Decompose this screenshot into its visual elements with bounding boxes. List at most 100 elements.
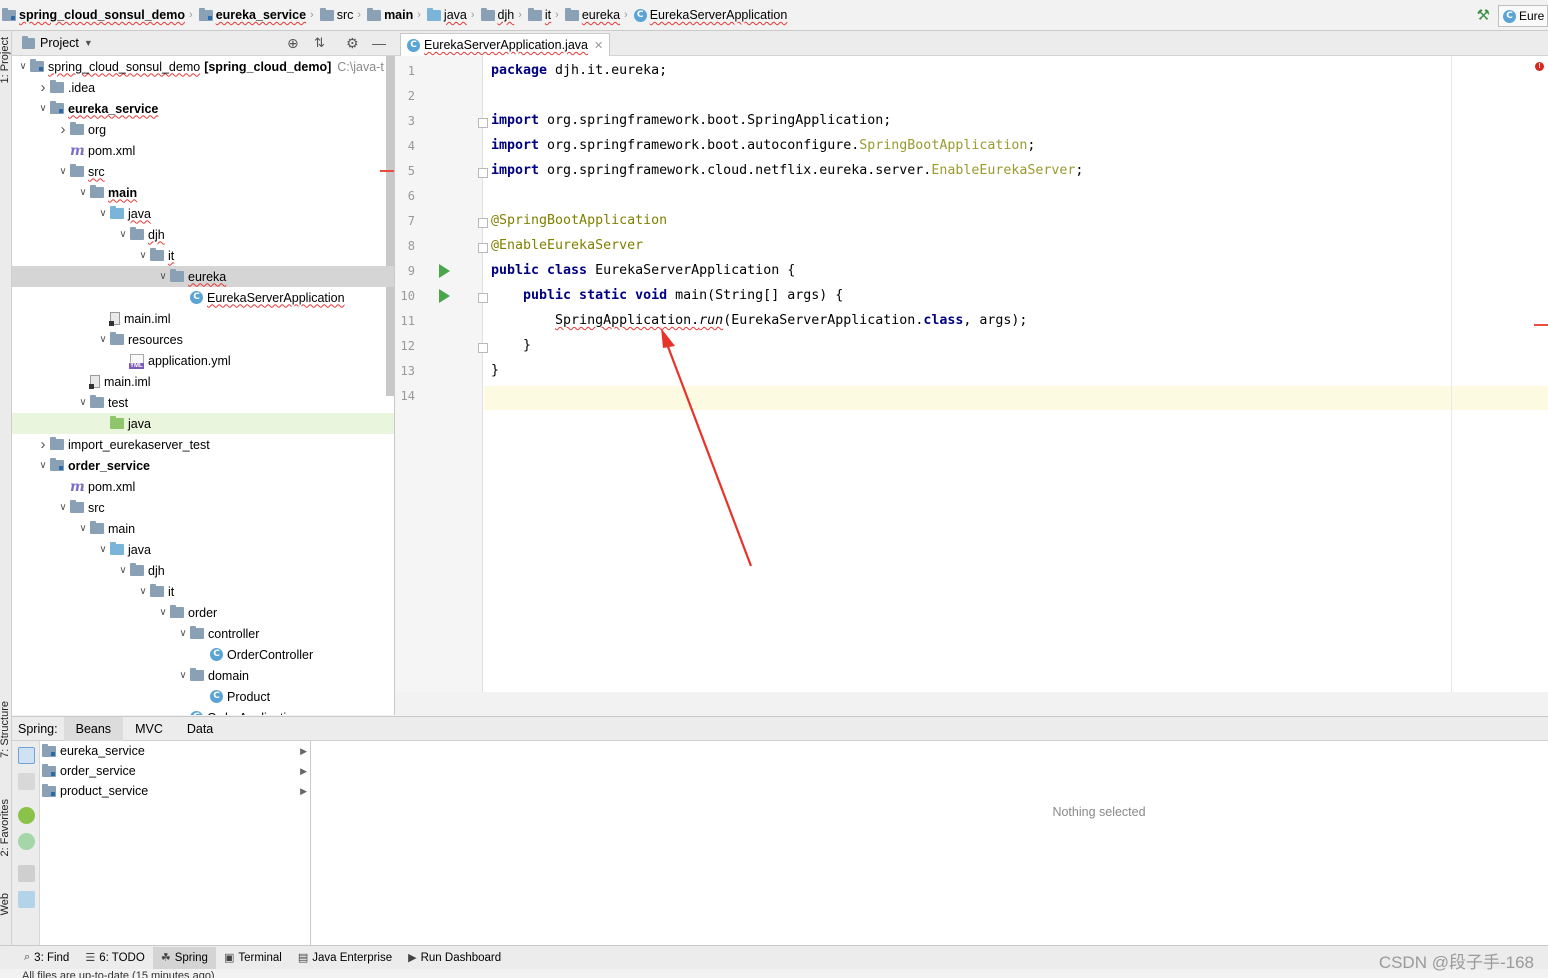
run-gutter-icon[interactable] bbox=[439, 289, 450, 303]
code-line[interactable]: import org.springframework.cloud.netflix… bbox=[491, 163, 1083, 178]
view-dropdown-icon[interactable]: ▼ bbox=[84, 38, 93, 48]
chevron-down-icon[interactable]: ∨ bbox=[36, 103, 50, 114]
tree-item[interactable]: java bbox=[12, 413, 394, 434]
tree-item[interactable]: › .idea bbox=[12, 77, 394, 98]
code-line[interactable]: public class EurekaServerApplication { bbox=[491, 263, 795, 278]
spring-module-item[interactable]: eureka_service ▶ bbox=[40, 741, 311, 761]
chevron-down-icon[interactable]: ∨ bbox=[76, 187, 90, 198]
tree-item[interactable]: C EurekaServerApplication bbox=[12, 287, 394, 308]
favorites-tool-tab[interactable]: 2: Favorites bbox=[0, 799, 11, 856]
breadcrumb-item[interactable]: main bbox=[367, 7, 413, 22]
fold-marker-icon[interactable] bbox=[478, 168, 488, 178]
breadcrumb-item[interactable]: eureka_service bbox=[198, 7, 306, 22]
tree-item[interactable]: ∨ domain bbox=[12, 665, 394, 686]
bottom-tab-6-todo[interactable]: ☰ 6: TODO bbox=[77, 947, 152, 969]
tree-item[interactable]: ∨ eureka_service bbox=[12, 98, 394, 119]
module-view-icon[interactable] bbox=[18, 747, 35, 764]
tree-item[interactable]: ∨ it bbox=[12, 581, 394, 602]
spring-module-item[interactable]: product_service ▶ bbox=[40, 781, 311, 801]
tree-item[interactable]: main.iml bbox=[12, 371, 394, 392]
spring-config-icon[interactable] bbox=[18, 833, 35, 850]
tree-item[interactable]: C Product bbox=[12, 686, 394, 707]
tree-item[interactable]: ∨ main bbox=[12, 518, 394, 539]
tree-item[interactable]: ∨ djh bbox=[12, 224, 394, 245]
tree-item[interactable]: ∨ it bbox=[12, 245, 394, 266]
fold-marker-icon[interactable] bbox=[478, 243, 488, 253]
chevron-down-icon[interactable]: ∨ bbox=[36, 460, 50, 471]
tree-item[interactable]: ∨ spring_cloud_sonsul_demo [spring_cloud_d… bbox=[12, 56, 394, 77]
code-line[interactable]: public static void main(String[] args) { bbox=[491, 288, 843, 303]
chevron-down-icon[interactable]: ∨ bbox=[176, 628, 190, 639]
tree-item[interactable]: ∨ main bbox=[12, 182, 394, 203]
code-line[interactable]: SpringApplication.run(EurekaServerApplic… bbox=[491, 313, 1027, 328]
tree-item[interactable]: ∨ java bbox=[12, 539, 394, 560]
build-hammer-icon[interactable]: ⚒ bbox=[1477, 6, 1490, 24]
tree-item[interactable]: ∨ src bbox=[12, 497, 394, 518]
chevron-down-icon[interactable]: ∨ bbox=[176, 670, 190, 681]
tree-item[interactable]: m pom.xml bbox=[12, 140, 394, 161]
tree-item[interactable]: ∨ controller bbox=[12, 623, 394, 644]
locate-target-icon[interactable]: ⊕ bbox=[287, 35, 299, 52]
chevron-right-icon[interactable]: › bbox=[36, 79, 50, 96]
breadcrumb-item[interactable]: C EurekaServerApplication bbox=[633, 8, 787, 22]
structure-tool-tab[interactable]: 7: Structure bbox=[0, 701, 11, 758]
code-line[interactable]: } bbox=[491, 338, 531, 353]
tree-item[interactable]: ∨ order_service bbox=[12, 455, 394, 476]
breadcrumb-item[interactable]: djh bbox=[480, 7, 514, 22]
code-editor[interactable]: 1 2 3 4 5 6 7 8 9 10 11 12 13 14 package djh.it.eurek… bbox=[395, 56, 1548, 692]
tree-item[interactable]: m pom.xml bbox=[12, 476, 394, 497]
context-view-icon[interactable] bbox=[18, 773, 35, 790]
tree-item[interactable]: ∨ resources bbox=[12, 329, 394, 350]
bottom-tab-3-find[interactable]: ⌕ 3: Find bbox=[16, 947, 77, 969]
spring-tab-beans[interactable]: Beans bbox=[63, 716, 124, 741]
spring-bean-icon[interactable] bbox=[18, 807, 35, 824]
spring-module-item[interactable]: order_service ▶ bbox=[40, 761, 311, 781]
chevron-down-icon[interactable]: ∨ bbox=[116, 229, 130, 240]
breadcrumb-item[interactable]: java bbox=[426, 7, 467, 22]
tree-item[interactable]: ∨ order bbox=[12, 602, 394, 623]
close-tab-icon[interactable]: ✕ bbox=[594, 39, 603, 52]
chevron-down-icon[interactable]: ∨ bbox=[56, 502, 70, 513]
collapse-all-icon[interactable]: ⇅ bbox=[314, 35, 325, 51]
tree-item[interactable]: main.iml bbox=[12, 308, 394, 329]
tree-item[interactable]: ∨ java bbox=[12, 203, 394, 224]
tree-item[interactable]: › org bbox=[12, 119, 394, 140]
breadcrumb-item[interactable]: spring_cloud_sonsul_demo bbox=[2, 7, 185, 22]
chevron-down-icon[interactable]: ∨ bbox=[16, 61, 30, 72]
code-line[interactable]: @SpringBootApplication bbox=[491, 213, 667, 228]
run-gutter-icon[interactable] bbox=[439, 264, 450, 278]
fold-marker-icon[interactable] bbox=[478, 343, 488, 353]
fold-marker-icon[interactable] bbox=[478, 293, 488, 303]
tree-item[interactable]: application.yml bbox=[12, 350, 394, 371]
chevron-down-icon[interactable]: ∨ bbox=[116, 565, 130, 576]
tree-item[interactable]: C OrderApplication bbox=[12, 707, 394, 715]
project-panel-title[interactable]: Project bbox=[40, 36, 79, 50]
chevron-down-icon[interactable]: ∨ bbox=[156, 607, 170, 618]
code-line[interactable]: import org.springframework.boot.autoconf… bbox=[491, 138, 1035, 153]
fold-marker-icon[interactable] bbox=[478, 218, 488, 228]
tree-item[interactable]: ∨ test bbox=[12, 392, 394, 413]
chevron-down-icon[interactable]: ∨ bbox=[76, 397, 90, 408]
code-line[interactable]: import org.springframework.boot.SpringAp… bbox=[491, 113, 891, 128]
editor-tab-eureka-server-application[interactable]: C EurekaServerApplication.java ✕ bbox=[400, 33, 611, 56]
spring-tab-data[interactable]: Data bbox=[175, 717, 225, 741]
chevron-down-icon[interactable]: ∨ bbox=[96, 208, 110, 219]
tree-item[interactable]: ∨ djh bbox=[12, 560, 394, 581]
web-tool-tab[interactable]: Web bbox=[0, 893, 11, 915]
bottom-tab-run-dashboard[interactable]: ▶ Run Dashboard bbox=[400, 947, 509, 969]
expand-icon[interactable] bbox=[18, 891, 35, 908]
copy-icon[interactable] bbox=[18, 865, 35, 882]
hide-panel-icon[interactable]: — bbox=[372, 35, 386, 51]
chevron-down-icon[interactable]: ∨ bbox=[96, 334, 110, 345]
error-indicator-icon[interactable]: ! bbox=[1535, 62, 1544, 71]
error-stripe-marker[interactable] bbox=[1534, 324, 1548, 326]
tree-item[interactable]: C OrderController bbox=[12, 644, 394, 665]
settings-gear-icon[interactable]: ⚙ bbox=[346, 35, 359, 52]
breadcrumb-item[interactable]: src bbox=[319, 7, 353, 22]
run-configuration-selector[interactable]: C Eure bbox=[1498, 5, 1548, 27]
code-line[interactable]: } bbox=[491, 363, 499, 378]
chevron-down-icon[interactable]: ∨ bbox=[96, 544, 110, 555]
chevron-down-icon[interactable]: ∨ bbox=[136, 250, 150, 261]
chevron-down-icon[interactable]: ∨ bbox=[76, 523, 90, 534]
breadcrumb-item[interactable]: it bbox=[527, 7, 551, 22]
